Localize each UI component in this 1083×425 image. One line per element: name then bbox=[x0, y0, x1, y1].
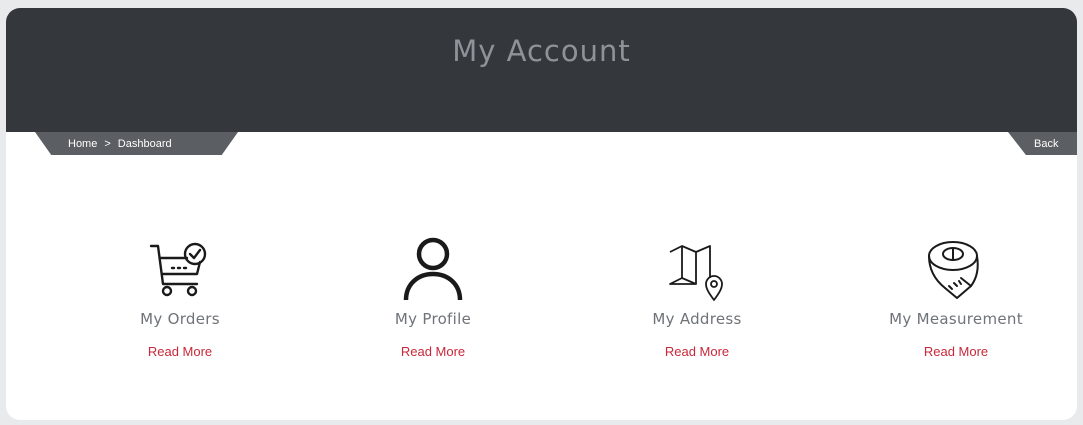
read-more-link[interactable]: Read More bbox=[333, 344, 533, 359]
tile-label: My Orders bbox=[140, 310, 220, 328]
tile-label: My Measurement bbox=[889, 310, 1023, 328]
measuring-tape-icon bbox=[928, 241, 979, 299]
breadcrumb-current: Dashboard bbox=[117, 138, 172, 150]
tile-my-measurement[interactable]: My Measurement Read More bbox=[856, 234, 1056, 359]
read-more-link[interactable]: Read More bbox=[80, 344, 280, 359]
breadcrumb-separator: > bbox=[104, 138, 111, 150]
map-pin-icon bbox=[669, 245, 723, 301]
user-icon bbox=[403, 237, 463, 301]
breadcrumb-home-link[interactable]: Home bbox=[68, 138, 97, 150]
tile-my-address[interactable]: My Address Read More bbox=[597, 234, 797, 359]
read-more-link[interactable]: Read More bbox=[597, 344, 797, 359]
tile-label: My Profile bbox=[394, 310, 472, 328]
account-card: My Account Home > Dashboard Back My Orders… bbox=[6, 8, 1077, 420]
back-button[interactable]: Back bbox=[1034, 136, 1058, 152]
tile-my-orders[interactable]: My Orders Read More bbox=[80, 234, 280, 359]
read-more-link[interactable]: Read More bbox=[856, 344, 1056, 359]
tile-label: My Address bbox=[652, 310, 742, 328]
page-title: My Account bbox=[452, 34, 631, 68]
cart-check-icon bbox=[149, 242, 207, 297]
breadcrumb: Home > Dashboard bbox=[68, 136, 172, 152]
page-header: My Account bbox=[6, 8, 1077, 132]
tile-my-profile[interactable]: My Profile Read More bbox=[333, 234, 533, 359]
